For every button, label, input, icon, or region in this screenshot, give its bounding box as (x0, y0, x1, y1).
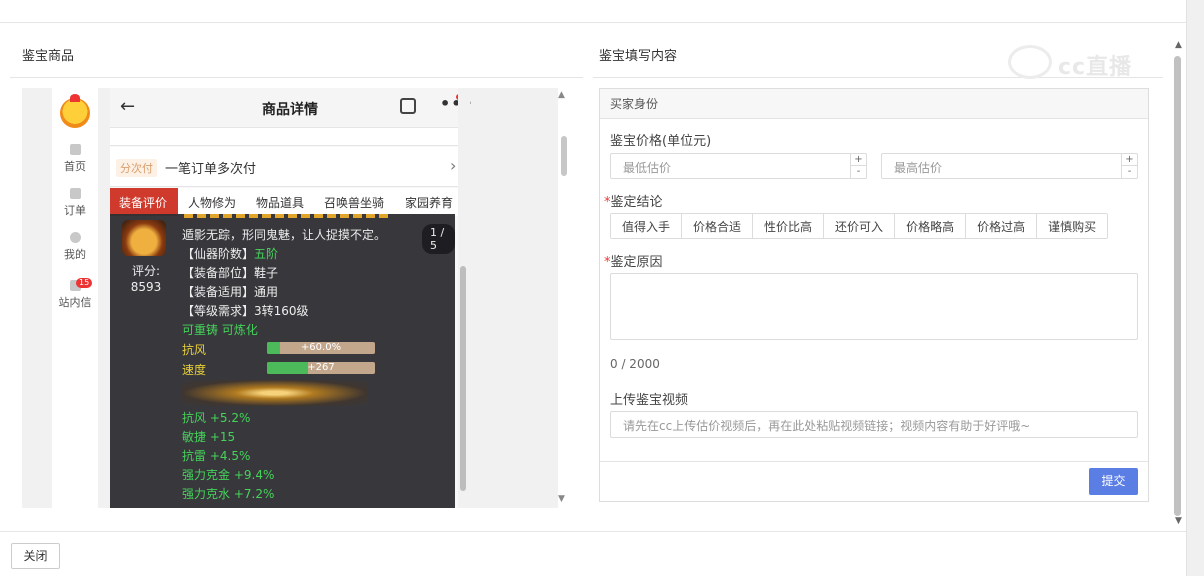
info-row (110, 128, 470, 146)
tab-pets[interactable]: 召唤兽坐骑 (324, 194, 384, 211)
tab-equipment-review[interactable]: 装备评价 (110, 188, 178, 216)
reason-label: *鉴定原因 (604, 255, 663, 270)
page-scroll-down-icon[interactable]: ▼ (1175, 516, 1182, 526)
tab-character[interactable]: 人物修为 (188, 194, 236, 211)
decorative-divider (182, 380, 367, 406)
app-sidebar: 首页 订单 我的 15 站内信 (52, 88, 98, 508)
stat-line: 抗雷 +4.5% (182, 449, 251, 463)
min-price-input[interactable]: 最低估价 + - (610, 153, 867, 179)
sidebar-item-home[interactable]: 首页 (52, 144, 98, 174)
watermark-text: cc直播 (1058, 55, 1133, 80)
sidebar-item-mine[interactable]: 我的 (52, 232, 98, 262)
page-title: 商品详情 (262, 102, 318, 118)
video-label: 上传鉴宝视频 (610, 393, 689, 408)
max-price-input[interactable]: 最高估价 + - (881, 153, 1138, 179)
video-link-input[interactable]: 请先在cc上传估价视频后，再在此处粘贴视频链接；视频内容有助于好评哦~ (610, 411, 1138, 438)
sidebar-item-orders[interactable]: 订单 (52, 188, 98, 218)
preview-scrollbar-thumb[interactable] (561, 136, 567, 176)
bar-label: 速度 (182, 363, 207, 377)
user-icon (69, 232, 81, 243)
item-refine: 可重铸 可炼化 (182, 323, 258, 337)
item-attr: 【装备部位】鞋子 (182, 266, 279, 280)
item-attr: 【仙器阶数】五阶 (182, 247, 279, 261)
image-page-indicator: 1 / 5 (422, 224, 455, 254)
stat-bar: +267 (267, 362, 375, 374)
sidebar-item-label: 我的 (64, 248, 86, 261)
item-attr: 【装备适用】通用 (182, 285, 279, 299)
conclusion-option[interactable]: 价格略高 (895, 214, 967, 238)
sidebar-item-label: 站内信 (58, 296, 92, 309)
score-value: 8593 (130, 280, 162, 294)
detail-tabs: 装备评价 人物修为 物品道具 召唤兽坐骑 家园养育 (110, 188, 470, 216)
watermark: cc直播 (1008, 43, 1168, 81)
close-button[interactable]: 关闭 (11, 543, 60, 569)
scroll-up-icon[interactable]: ▲ (558, 90, 565, 100)
inner-scrollbar-thumb[interactable] (460, 266, 466, 491)
stat-bar: +60.0% (267, 342, 375, 354)
score-label: 评分: (131, 264, 161, 278)
conclusion-option[interactable]: 性价比高 (753, 214, 825, 238)
tab-items[interactable]: 物品道具 (256, 194, 304, 211)
reason-textarea[interactable] (610, 273, 1138, 340)
number-stepper[interactable]: + - (850, 154, 866, 178)
watermark-logo-icon (1008, 45, 1052, 79)
tab-home[interactable]: 家园养育 (405, 194, 453, 211)
home-icon (69, 144, 81, 155)
conclusion-option[interactable]: 价格合适 (682, 214, 754, 238)
message-badge: 15 (76, 278, 93, 288)
left-panel-divider (10, 77, 583, 78)
form-section-title: 买家身份 (600, 89, 1148, 119)
conclusion-label: *鉴定结论 (604, 195, 663, 210)
split-pay-row[interactable]: 分次付 一笔订单多次付 › (110, 147, 470, 187)
conclusion-option[interactable]: 价格过高 (966, 214, 1038, 238)
bottom-divider (0, 531, 1186, 532)
window-scrollbar[interactable] (1186, 0, 1204, 576)
share-icon[interactable] (400, 98, 416, 114)
chevron-right-icon: › (450, 156, 457, 175)
stat-line: 抗风 +5.2% (182, 411, 251, 425)
order-icon (69, 188, 81, 199)
bar-label: 抗风 (182, 343, 207, 357)
price-label: 鉴宝价格(单位元) (610, 134, 712, 149)
scroll-down-icon[interactable]: ▼ (558, 494, 565, 504)
conclusion-option[interactable]: 还价可入 (824, 214, 896, 238)
item-icon (122, 220, 166, 256)
rarity-bar (184, 214, 389, 218)
app-logo-icon (60, 94, 90, 128)
number-stepper[interactable]: + - (1121, 154, 1137, 178)
conclusion-options: 值得入手 价格合适 性价比高 还价可入 价格略高 价格过高 谨慎购买 (610, 213, 1109, 239)
stat-line: 强力克金 +9.4% (182, 468, 275, 482)
char-counter: 0 / 2000 (610, 357, 660, 371)
item-attr: 【等级需求】3转160级 (182, 304, 309, 318)
submit-button[interactable]: 提交 (1089, 468, 1138, 495)
page-scroll-up-icon[interactable]: ▲ (1175, 40, 1182, 50)
item-description: 遁影无踪，形同鬼魅，让人捉摸不定。 (182, 228, 387, 242)
conclusion-option[interactable]: 值得入手 (611, 214, 683, 238)
item-tooltip: 评分: 8593 1 / 5 遁影无踪，形同鬼魅，让人捉摸不定。 【仙器阶数】五… (110, 214, 455, 508)
app-header: ← 商品详情 ••• (110, 88, 473, 128)
sidebar-item-messages[interactable]: 15 站内信 (52, 278, 98, 310)
sidebar-item-label: 订单 (64, 204, 86, 217)
appraisal-form: 买家身份 鉴宝价格(单位元) 最低估价 + - 最高估价 + - *鉴定结论 值得入… (599, 88, 1149, 502)
right-panel-title: 鉴宝填写内容 (599, 49, 678, 64)
product-preview[interactable]: 首页 订单 我的 15 站内信 ← 商品详情 ••• 分次付 一笔订单多次付 › (22, 88, 558, 508)
stat-line: 强力克水 +7.2% (182, 487, 275, 501)
stat-line: 敏捷 +15 (182, 430, 236, 444)
split-pay-tag: 分次付 (116, 159, 157, 177)
app-screen: ← 商品详情 ••• 分次付 一笔订单多次付 › 装备评价 人物修为 物品道具 … (110, 88, 473, 508)
sidebar-item-label: 首页 (64, 160, 86, 173)
top-divider (0, 22, 1186, 23)
form-footer-divider (600, 461, 1148, 462)
split-pay-text: 一笔订单多次付 (165, 162, 257, 177)
left-panel-title: 鉴宝商品 (22, 49, 75, 64)
conclusion-option[interactable]: 谨慎购买 (1037, 214, 1108, 238)
page-scrollbar-thumb[interactable] (1174, 56, 1181, 516)
